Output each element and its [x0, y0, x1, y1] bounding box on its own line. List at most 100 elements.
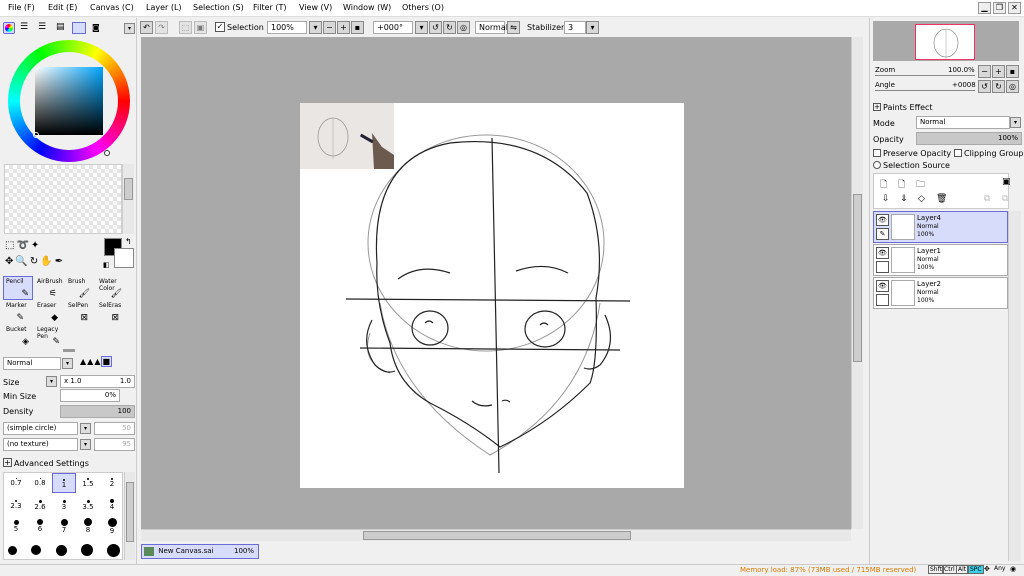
large-size-presets[interactable]: [8, 543, 120, 557]
preserve-opacity-checkbox[interactable]: [873, 149, 881, 157]
rect-select-icon[interactable]: ⬚: [5, 240, 16, 251]
drawing-canvas[interactable]: [300, 103, 684, 488]
paints-effect-expand-icon[interactable]: +: [873, 103, 881, 111]
vertical-scroll-thumb[interactable]: [853, 194, 862, 362]
color-wheel[interactable]: [8, 40, 130, 162]
texture-dropdown-icon[interactable]: ▾: [80, 439, 91, 450]
size-preset[interactable]: 2.3: [10, 502, 21, 510]
move-icon[interactable]: ✥: [5, 256, 15, 267]
menu-window[interactable]: Window (W): [343, 3, 391, 12]
status-settings-icon[interactable]: ◉: [1010, 565, 1016, 573]
layer-list-scrollbar[interactable]: [1008, 211, 1021, 561]
zoom-reset-icon[interactable]: ▪: [351, 21, 364, 34]
reset-colors-icon[interactable]: ◧: [103, 261, 110, 269]
eye-icon[interactable]: 👁: [876, 280, 889, 292]
menu-filter[interactable]: Filter (T): [253, 3, 286, 12]
navigator-viewport[interactable]: [915, 24, 975, 60]
layer-mode-field[interactable]: Normal: [916, 116, 1010, 129]
brush-shape-field[interactable]: (simple circle): [3, 422, 78, 435]
menu-canvas[interactable]: Canvas (C): [90, 3, 134, 12]
menu-file[interactable]: File (F): [8, 3, 35, 12]
delete-layer-icon[interactable]: 🗑: [936, 194, 947, 204]
blend-mode-field[interactable]: Normal: [475, 21, 508, 34]
rotate-icon[interactable]: ↻: [30, 256, 40, 267]
nav-rotate-reset-icon[interactable]: ◎: [1006, 80, 1019, 93]
hue-handle[interactable]: [104, 150, 110, 156]
size-preset[interactable]: 2.6: [34, 503, 45, 511]
hand-icon[interactable]: ✋: [40, 256, 54, 267]
zoom-out-icon[interactable]: −: [323, 21, 336, 34]
size-preset[interactable]: 8: [86, 526, 90, 534]
advanced-settings-expand-icon[interactable]: +: [3, 458, 12, 467]
saturation-value-square[interactable]: [35, 67, 103, 135]
new-folder-icon[interactable]: 🗀: [916, 177, 925, 193]
rotate-left-icon[interactable]: ↺: [429, 21, 442, 34]
swatch-area[interactable]: [4, 164, 122, 234]
canvas-viewport[interactable]: [141, 37, 851, 529]
swatch-scrollbar[interactable]: [122, 164, 134, 234]
tool-bucket[interactable]: Bucket ◈: [3, 324, 33, 348]
nav-rotate-left-icon[interactable]: ↺: [978, 80, 991, 93]
layer-item[interactable]: 👁 ✎ Layer4 Normal 100%: [873, 211, 1008, 243]
transfer-down-icon[interactable]: ⇩: [882, 194, 890, 204]
tool-seleras[interactable]: SelEras ⊠: [96, 300, 126, 324]
merge-down-icon[interactable]: ⇓: [900, 194, 908, 204]
swatches-icon[interactable]: [72, 22, 86, 34]
rotate-right-icon[interactable]: ↻: [443, 21, 456, 34]
brush-size-scrollbar[interactable]: [124, 472, 135, 560]
brush-blend-mode-field[interactable]: Normal: [3, 357, 61, 370]
color-mixer-icon[interactable]: ▤: [56, 23, 65, 32]
min-size-slider[interactable]: 0%: [60, 389, 120, 402]
clear-layer-icon[interactable]: ◇: [918, 194, 925, 204]
nav-rotate-right-icon[interactable]: ↻: [992, 80, 1005, 93]
navigator-zoom-slider[interactable]: [875, 75, 975, 76]
menu-edit[interactable]: Edit (E): [48, 3, 77, 12]
lasso-icon[interactable]: ➰: [16, 240, 30, 251]
rgb-sliders-icon[interactable]: ☰: [20, 23, 28, 32]
menu-selection[interactable]: Selection (S): [193, 3, 244, 12]
new-layer-icon[interactable]: 🗋: [880, 177, 887, 193]
document-tab[interactable]: New Canvas.sai 100%: [141, 544, 259, 559]
layer-lock-box[interactable]: [876, 294, 889, 306]
layer-lock-box[interactable]: [876, 261, 889, 273]
menu-others[interactable]: Others (O): [402, 3, 444, 12]
copy-layer-icon[interactable]: ⧉: [984, 194, 990, 204]
selection-source-radio[interactable]: [873, 161, 881, 169]
zoom-in-icon[interactable]: +: [337, 21, 350, 34]
color-wheel-mode-icon[interactable]: [3, 22, 15, 34]
eyedropper-icon[interactable]: ✒: [55, 256, 65, 267]
size-preset[interactable]: 9: [110, 527, 114, 535]
tool-airbrush[interactable]: AirBrush ⚟: [34, 276, 64, 300]
redo-icon[interactable]: ↷: [155, 21, 168, 34]
tool-pencil[interactable]: Pencil ✎: [3, 276, 33, 300]
density-slider[interactable]: 100: [60, 405, 135, 418]
deselect-icon[interactable]: ⬚: [179, 21, 192, 34]
brush-shape-strength[interactable]: 50: [94, 422, 135, 435]
pencil-lock-icon[interactable]: ✎: [876, 228, 889, 240]
size-preset[interactable]: 5: [14, 525, 18, 533]
tool-eraser[interactable]: Eraser ◆: [34, 300, 64, 324]
stabilizer-dropdown-icon[interactable]: ▾: [586, 21, 599, 34]
swap-colors-icon[interactable]: ↰: [125, 237, 132, 246]
menu-layer[interactable]: Layer (L): [146, 3, 182, 12]
size-multiplier-dropdown-icon[interactable]: ▾: [46, 376, 57, 387]
size-preset[interactable]: 6: [38, 525, 42, 533]
angle-field[interactable]: +000°: [373, 21, 413, 34]
stabilizer-field[interactable]: 3: [564, 21, 586, 34]
zoom-dropdown-icon[interactable]: ▾: [309, 21, 322, 34]
navigator-angle-slider[interactable]: [875, 90, 975, 91]
size-preset[interactable]: 0.8: [34, 479, 45, 487]
canvas-vertical-scrollbar[interactable]: [851, 37, 863, 529]
nav-zoom-in-icon[interactable]: +: [992, 65, 1005, 78]
flip-icon[interactable]: ⇋: [507, 21, 520, 34]
tool-brush[interactable]: Brush 🖌: [65, 276, 95, 300]
layer-item[interactable]: 👁 Layer1 Normal 100%: [873, 244, 1008, 276]
hsv-sliders-icon[interactable]: ☰: [38, 23, 46, 32]
angle-dropdown-icon[interactable]: ▾: [415, 21, 428, 34]
color-panel-dropdown-icon[interactable]: ▾: [124, 23, 135, 34]
canvas-horizontal-scrollbar[interactable]: [141, 529, 851, 541]
invert-selection-icon[interactable]: ▣: [194, 21, 207, 34]
paste-layer-icon[interactable]: ⧉: [1002, 194, 1008, 204]
layer-mode-dropdown-icon[interactable]: ▾: [1010, 117, 1021, 128]
nav-zoom-out-icon[interactable]: −: [978, 65, 991, 78]
